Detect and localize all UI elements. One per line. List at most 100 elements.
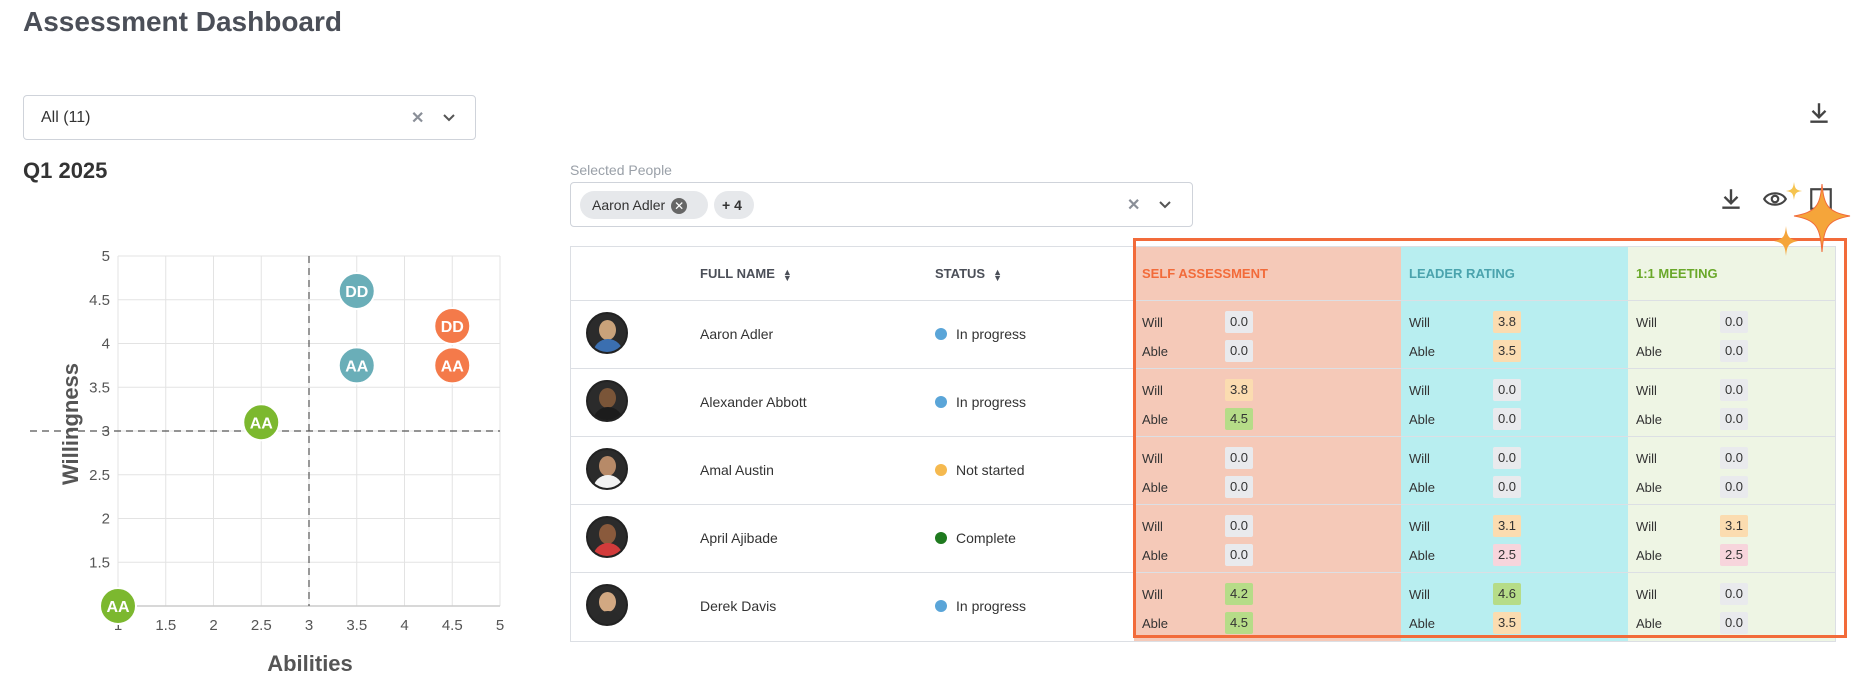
meeting-able-value: 0.0 — [1720, 476, 1748, 498]
self-will-value: 4.2 — [1225, 583, 1253, 605]
meeting-able-value: 0.0 — [1720, 612, 1748, 634]
group-filter-select[interactable]: All (11) ✕ — [23, 95, 476, 140]
person-chip[interactable]: Aaron Adler ✕ — [580, 191, 708, 219]
leader-will-value: 4.6 — [1493, 583, 1521, 605]
leader-able-value: 0.0 — [1493, 408, 1521, 430]
will-label: Will — [1636, 587, 1657, 602]
able-label: Able — [1409, 480, 1436, 495]
will-label: Will — [1636, 451, 1657, 466]
point-label: AA — [345, 358, 369, 375]
status-dot — [935, 396, 947, 408]
y-tick-label: 5 — [102, 248, 110, 265]
sparkle-icon — [1774, 182, 1851, 256]
meeting-able-value: 0.0 — [1720, 408, 1748, 430]
self-able-value: 0.0 — [1225, 340, 1253, 362]
y-tick-label: 3.5 — [89, 379, 110, 396]
will-label: Will — [1142, 315, 1163, 330]
table-row[interactable]: Aaron Adler In progress Will 0.0 Able 0.0 W… — [571, 300, 1835, 369]
x-tick-label: 2 — [209, 617, 217, 634]
self-will-value: 0.0 — [1225, 447, 1253, 469]
sort-icon[interactable]: ▲ ▼ — [783, 267, 792, 282]
selected-people-label: Selected People — [570, 162, 672, 178]
avatar — [586, 380, 628, 422]
avatar — [586, 516, 628, 558]
column-header-full-name[interactable]: FULL NAME ▲ ▼ — [700, 247, 792, 300]
column-header-status[interactable]: STATUS ▲ ▼ — [935, 247, 1002, 300]
will-label: Will — [1142, 451, 1163, 466]
meeting-will-value: 0.0 — [1720, 379, 1748, 401]
x-tick-label: 4 — [400, 617, 408, 634]
table-row[interactable]: Alexander Abbott In progress Will 3.8 Able… — [571, 368, 1835, 437]
full-name-header-label: FULL NAME — [700, 266, 775, 281]
status-dot — [935, 328, 947, 340]
chart-point[interactable]: DD — [433, 307, 472, 345]
chart-ticks: 1 1.5 2 2.5 3 3.5 4 4.5 51.522.533.544.55 — [89, 248, 504, 634]
chart-point[interactable]: AA — [99, 587, 137, 625]
table-row[interactable]: Amal Austin Not started Will 0.0 Able 0.0 W… — [571, 436, 1835, 505]
able-label: Able — [1636, 548, 1663, 563]
chart-point[interactable]: AA — [242, 403, 281, 442]
y-tick-label: 3 — [102, 423, 110, 440]
person-name[interactable]: April Ajibade — [700, 530, 778, 546]
will-label: Will — [1636, 519, 1657, 534]
person-name[interactable]: Aaron Adler — [700, 326, 773, 342]
status-text: In progress — [956, 326, 1027, 342]
able-label: Able — [1636, 616, 1663, 631]
status-text: Not started — [956, 462, 1025, 478]
sort-icon[interactable]: ▲ ▼ — [993, 267, 1002, 282]
able-label: Able — [1409, 412, 1436, 427]
y-tick-label: 2 — [102, 511, 110, 528]
column-header-meeting: 1:1 MEETING — [1636, 266, 1718, 281]
clear-icon[interactable]: ✕ — [411, 108, 424, 128]
leader-will-value: 3.1 — [1493, 515, 1521, 537]
self-will-value: 3.8 — [1225, 379, 1253, 401]
clear-icon[interactable]: ✕ — [1127, 195, 1140, 215]
able-label: Able — [1142, 548, 1169, 563]
x-axis-title: Abilities — [267, 651, 353, 675]
chart-point[interactable]: AA — [337, 346, 376, 385]
person-name[interactable]: Derek Davis — [700, 598, 776, 614]
x-tick-label: 2.5 — [251, 617, 272, 634]
x-tick-label: 1.5 — [155, 617, 176, 634]
able-label: Able — [1142, 344, 1169, 359]
will-label: Will — [1409, 451, 1430, 466]
will-label: Will — [1409, 383, 1430, 398]
remove-chip-icon[interactable]: ✕ — [671, 198, 688, 215]
column-header-self-assessment: SELF ASSESSMENT — [1142, 266, 1268, 281]
leader-will-value: 3.8 — [1493, 311, 1521, 333]
person-name[interactable]: Alexander Abbott — [700, 394, 807, 410]
leader-able-value: 3.5 — [1493, 612, 1521, 634]
period-label: Q1 2025 — [23, 158, 108, 183]
point-label: AA — [106, 599, 130, 616]
meeting-will-value: 0.0 — [1720, 447, 1748, 469]
chevron-down-icon[interactable] — [1157, 197, 1173, 213]
person-name[interactable]: Amal Austin — [700, 462, 774, 478]
will-label: Will — [1142, 383, 1163, 398]
will-label: Will — [1409, 587, 1430, 602]
meeting-will-value: 3.1 — [1720, 515, 1748, 537]
chevron-down-icon[interactable] — [441, 110, 457, 126]
leader-will-value: 0.0 — [1493, 379, 1521, 401]
able-label: Able — [1142, 412, 1169, 427]
able-label: Able — [1142, 480, 1169, 495]
filter-selected-value: All (11) — [41, 109, 91, 126]
point-label: AA — [441, 358, 465, 375]
avatar — [586, 312, 628, 354]
download-icon[interactable] — [1806, 100, 1832, 126]
able-label: Able — [1409, 344, 1436, 359]
selected-people-select[interactable]: Aaron Adler ✕ + 4 ✕ — [570, 182, 1193, 227]
meeting-able-value: 0.0 — [1720, 340, 1748, 362]
status-header-label: STATUS — [935, 266, 986, 281]
able-label: Able — [1409, 548, 1436, 563]
chart-point[interactable]: DD — [337, 272, 376, 310]
table-row[interactable]: April Ajibade Complete Will 0.0 Able 0.0 Wi… — [571, 504, 1835, 573]
download-icon[interactable] — [1718, 186, 1744, 212]
chart-point[interactable]: AA — [433, 346, 472, 385]
self-able-value: 4.5 — [1225, 612, 1253, 634]
point-label: DD — [441, 319, 464, 336]
will-label: Will — [1409, 315, 1430, 330]
y-tick-label: 4.5 — [89, 292, 110, 309]
table-row[interactable]: Derek Davis In progress Will 4.2 Able 4.5 W… — [571, 572, 1835, 641]
y-axis-title: Willingness — [58, 363, 83, 485]
more-people-chip[interactable]: + 4 — [714, 191, 754, 219]
